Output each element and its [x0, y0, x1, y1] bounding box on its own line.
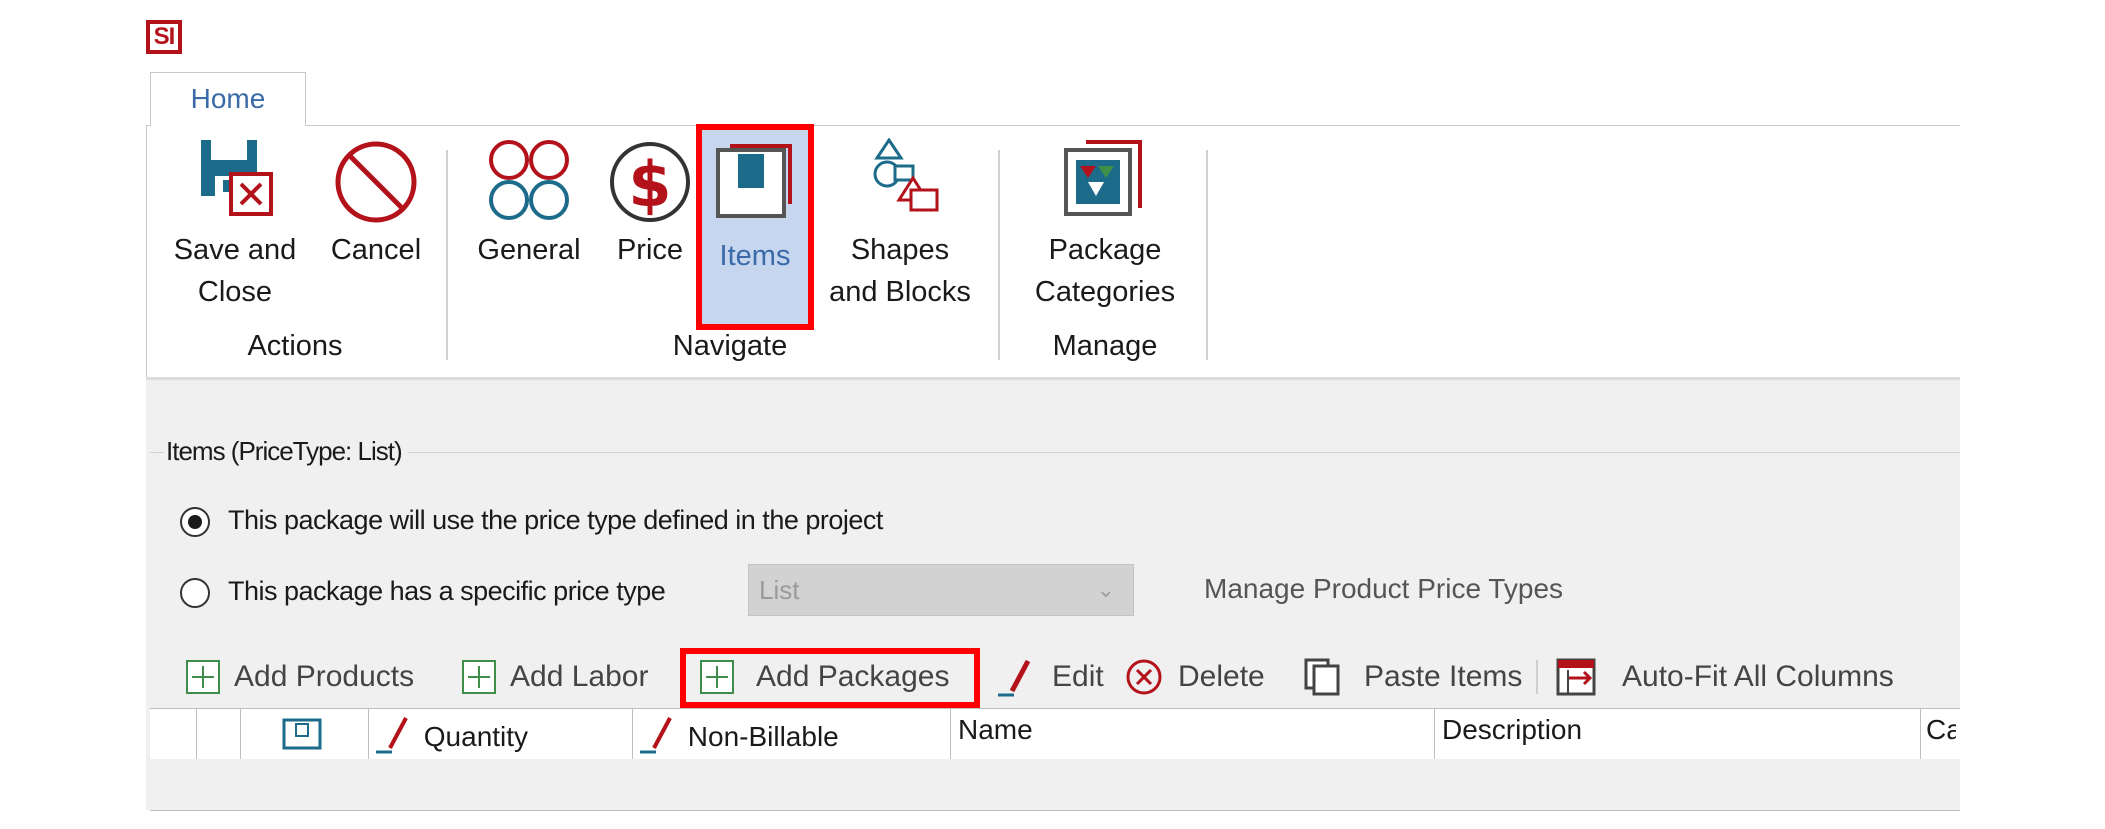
radio-specific-price-type[interactable] [180, 578, 210, 608]
price-type-select[interactable]: List ⌄ [748, 564, 1134, 616]
edit-pencil-icon [640, 717, 672, 754]
general-icon [489, 140, 569, 220]
group-label-manage: Manage [1052, 330, 1158, 362]
ribbon-divider [1206, 150, 1208, 360]
price-icon: $ [610, 142, 690, 222]
price-label: Price [616, 234, 684, 266]
column-separator [1920, 708, 1921, 759]
add-packages-highlight [680, 648, 980, 708]
manage-price-types-link[interactable]: Manage Product Price Types [1204, 573, 1563, 605]
add-labor-label: Add Labor [510, 660, 649, 693]
shapes-blocks-button[interactable]: Shapes and Blocks [818, 137, 982, 313]
radio-project-price-type[interactable] [180, 507, 210, 537]
column-separator [950, 708, 951, 759]
column-header-non-billable-label: Non-Billable [687, 721, 839, 752]
paste-items-label: Paste Items [1364, 660, 1523, 693]
paste-items-button[interactable]: Paste Items [1302, 655, 1522, 699]
column-header-description[interactable]: Description [1442, 714, 1582, 746]
save-close-icon [201, 140, 273, 216]
column-separator [1434, 708, 1435, 759]
column-header-quantity-label: Quantity [423, 721, 529, 752]
column-header-package-icon[interactable] [282, 718, 322, 755]
chevron-down-icon: ⌄ [1096, 577, 1115, 602]
delete-button[interactable]: Delete [1124, 655, 1265, 699]
svg-text:$: $ [628, 148, 671, 221]
edit-pencil-icon [998, 659, 1031, 697]
column-separator [196, 708, 197, 759]
cancel-label: Cancel [330, 234, 422, 266]
edit-label: Edit [1052, 660, 1104, 693]
radio-specific-price-type-label: This package has a specific price type [228, 576, 666, 606]
cancel-button[interactable]: Cancel [316, 138, 436, 271]
package-icon [282, 718, 322, 750]
add-icon [462, 660, 496, 694]
auto-fit-label: Auto-Fit All Columns [1622, 660, 1894, 693]
edit-button[interactable]: Edit [994, 655, 1104, 699]
price-type-select-value: List [759, 575, 800, 605]
auto-fit-icon [1556, 658, 1596, 696]
add-products-button[interactable]: Add Products [186, 655, 414, 699]
delete-label: Delete [1178, 660, 1265, 693]
group-label-actions: Actions [247, 330, 343, 362]
save-close-label: Save and Close [173, 234, 297, 308]
price-button[interactable]: $ Price [598, 138, 702, 271]
items-grid-body[interactable] [150, 759, 1960, 811]
shapes-blocks-icon [873, 137, 939, 212]
save-close-button[interactable]: Save and Close [160, 138, 310, 313]
column-header-category[interactable]: Ca [1926, 714, 1956, 746]
edit-pencil-icon [376, 717, 408, 754]
toolbar-separator [1536, 660, 1538, 694]
add-products-label: Add Products [234, 660, 415, 693]
add-icon [186, 660, 220, 694]
general-label: General [477, 234, 581, 266]
package-categories-icon [1064, 140, 1142, 216]
delete-icon [1126, 659, 1162, 695]
general-button[interactable]: General [466, 138, 592, 271]
column-header-name[interactable]: Name [958, 714, 1033, 746]
ribbon-divider [446, 150, 448, 360]
column-separator [240, 708, 241, 759]
radio-project-price-type-label: This package will use the price type def… [228, 505, 883, 535]
ribbon-divider [998, 150, 1000, 360]
tab-home[interactable]: Home [150, 72, 306, 126]
items-group-title: Items (PriceType: List) [164, 436, 408, 467]
shapes-blocks-label: Shapes and Blocks [829, 234, 971, 308]
column-separator [632, 708, 633, 759]
paste-icon [1304, 658, 1340, 696]
column-header-quantity[interactable]: Quantity [372, 714, 528, 754]
package-categories-label: Package Categories [1034, 234, 1176, 308]
app-logo: SI [146, 20, 182, 54]
column-header-non-billable[interactable]: Non-Billable [636, 714, 839, 754]
auto-fit-columns-button[interactable]: Auto-Fit All Columns [1554, 655, 1894, 699]
items-highlight [696, 124, 814, 330]
group-label-navigate: Navigate [672, 330, 788, 362]
add-labor-button[interactable]: Add Labor [462, 655, 648, 699]
cancel-icon [335, 141, 417, 223]
column-separator [368, 708, 369, 759]
package-categories-button[interactable]: Package Categories [1020, 138, 1190, 313]
